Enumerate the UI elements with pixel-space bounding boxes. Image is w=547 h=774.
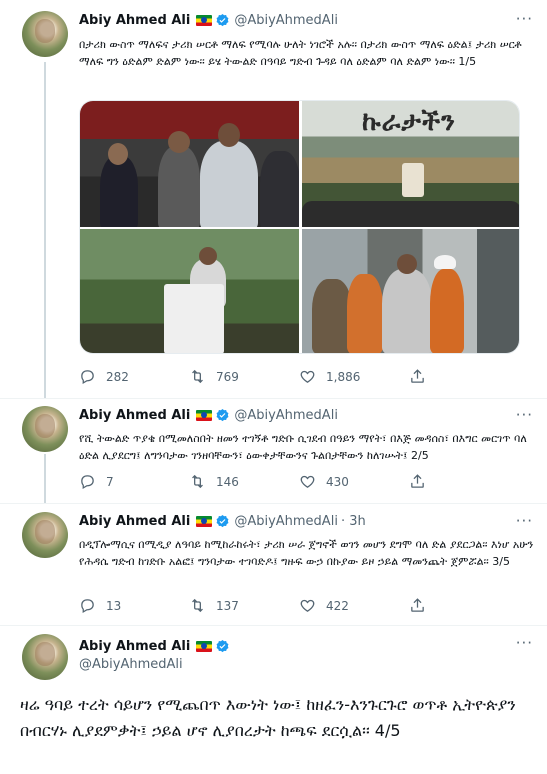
- retweet-count: 769: [216, 369, 239, 384]
- avatar[interactable]: [22, 634, 68, 680]
- ethiopia-flag-icon: [196, 410, 213, 421]
- ethiopia-flag-icon: [196, 641, 213, 652]
- tweet-header: Abiy Ahmed Ali @AbiyAhmedAli · 3h: [79, 514, 366, 529]
- share-button[interactable]: [409, 473, 519, 490]
- more-icon[interactable]: ···: [516, 512, 533, 530]
- like-count: 1,886: [326, 369, 361, 384]
- like-button[interactable]: 430: [299, 473, 409, 490]
- more-icon[interactable]: ···: [516, 10, 533, 28]
- reply-icon: [81, 370, 94, 384]
- like-count: 422: [326, 598, 349, 613]
- tweet-actions: 13 137 422: [79, 597, 519, 614]
- ethiopia-flag-icon: [196, 15, 213, 26]
- tweet-text-large: ዛሬ ዓባይ ተረት ሳይሆን የሚጨበጥ እውነት ነው፤ ከዘፈን-እንጉር…: [20, 695, 516, 740]
- tweet-2[interactable]: Abiy Ahmed Ali @AbiyAhmedAli ··· የሺ ትውልድ…: [0, 398, 547, 503]
- like-icon: [300, 475, 315, 488]
- share-button[interactable]: [409, 597, 519, 614]
- reply-count: 282: [106, 369, 129, 384]
- retweet-icon: [192, 369, 203, 384]
- tweet-timestamp[interactable]: · 3h: [341, 514, 366, 529]
- author-name[interactable]: Abiy Ahmed Ali: [79, 408, 190, 423]
- retweet-icon: [192, 598, 203, 613]
- avatar[interactable]: [22, 512, 68, 558]
- tweet-media-grid[interactable]: ኩራታችን: [79, 100, 520, 354]
- author-handle[interactable]: @AbiyAhmedAli: [234, 13, 338, 28]
- author-name[interactable]: Abiy Ahmed Ali: [79, 639, 190, 654]
- tweet-text: በታሪክ ውስጥ ማለፍና ታሪክ ሠርቶ ማለፍ የሚባሉ ሁለት ነገሮች …: [79, 38, 522, 68]
- like-button[interactable]: 1,886: [299, 368, 409, 385]
- photo-power-station[interactable]: [302, 229, 519, 353]
- tweet-header: Abiy Ahmed Ali @AbiyAhmedAli: [79, 13, 338, 28]
- share-icon: [411, 598, 424, 612]
- reply-count: 7: [106, 474, 114, 489]
- media-caption: ኩራታችን: [362, 107, 456, 137]
- like-button[interactable]: 422: [299, 597, 409, 614]
- share-button[interactable]: [409, 368, 519, 385]
- share-icon: [411, 369, 424, 383]
- tweet-text: የሺ ትውልድ ጥያቄ በሚመለስበት ዘመን ተገኝቶ ግድቡ ሲገደብ በዓ…: [79, 432, 527, 462]
- reply-icon: [81, 475, 94, 489]
- retweet-button[interactable]: 137: [189, 597, 299, 614]
- tweet-1[interactable]: Abiy Ahmed Ali @AbiyAhmedAli ··· በታሪክ ውስ…: [0, 0, 547, 399]
- retweet-button[interactable]: 146: [189, 473, 299, 490]
- more-icon[interactable]: ···: [516, 634, 533, 652]
- retweet-button[interactable]: 769: [189, 368, 299, 385]
- reply-button[interactable]: 7: [79, 473, 189, 490]
- like-count: 430: [326, 474, 349, 489]
- like-icon: [300, 599, 315, 612]
- author-name[interactable]: Abiy Ahmed Ali: [79, 13, 190, 28]
- verified-badge-icon: [216, 639, 229, 653]
- tweet-actions: 282 769 1,886: [79, 368, 519, 385]
- author-handle[interactable]: @AbiyAhmedAli: [234, 408, 338, 423]
- tweet-3[interactable]: Abiy Ahmed Ali @AbiyAhmedAli · 3h ··· በዲ…: [0, 503, 547, 625]
- thread-line: [44, 62, 46, 399]
- reply-button[interactable]: 282: [79, 368, 189, 385]
- verified-badge-icon: [216, 514, 229, 528]
- tweet-text: በዲፕሎማሲና በሚዲያ ለዓባይ ከሚከራከሩት፣ ታሪክ ሠራ ጀግኖች ወ…: [79, 538, 534, 568]
- more-icon[interactable]: ···: [516, 406, 533, 424]
- share-icon: [411, 474, 424, 488]
- author-name[interactable]: Abiy Ahmed Ali: [79, 514, 190, 529]
- thread-line: [44, 454, 46, 503]
- reply-count: 13: [106, 598, 122, 613]
- avatar[interactable]: [22, 11, 68, 57]
- retweet-icon: [192, 474, 203, 489]
- ethiopia-flag-icon: [196, 516, 213, 527]
- author-handle[interactable]: @AbiyAhmedAli: [79, 657, 183, 672]
- retweet-count: 137: [216, 598, 239, 613]
- reply-button[interactable]: 13: [79, 597, 189, 614]
- tweet-header: Abiy Ahmed Ali @AbiyAhmedAli: [79, 408, 338, 423]
- photo-podium-speech[interactable]: [80, 229, 299, 353]
- avatar[interactable]: [22, 406, 68, 452]
- tweet-header: Abiy Ahmed Ali @AbiyAhmedAli: [79, 639, 230, 672]
- verified-badge-icon: [216, 13, 229, 27]
- verified-badge-icon: [216, 408, 229, 422]
- like-icon: [300, 370, 315, 383]
- retweet-count: 146: [216, 474, 239, 489]
- reply-icon: [81, 599, 94, 613]
- photo-dam-stage[interactable]: ኩራታችን: [302, 101, 519, 227]
- tweet-actions: 7 146 430: [79, 473, 519, 490]
- photo-ceremony-attendees[interactable]: [80, 101, 299, 227]
- author-handle[interactable]: @AbiyAhmedAli: [234, 514, 338, 529]
